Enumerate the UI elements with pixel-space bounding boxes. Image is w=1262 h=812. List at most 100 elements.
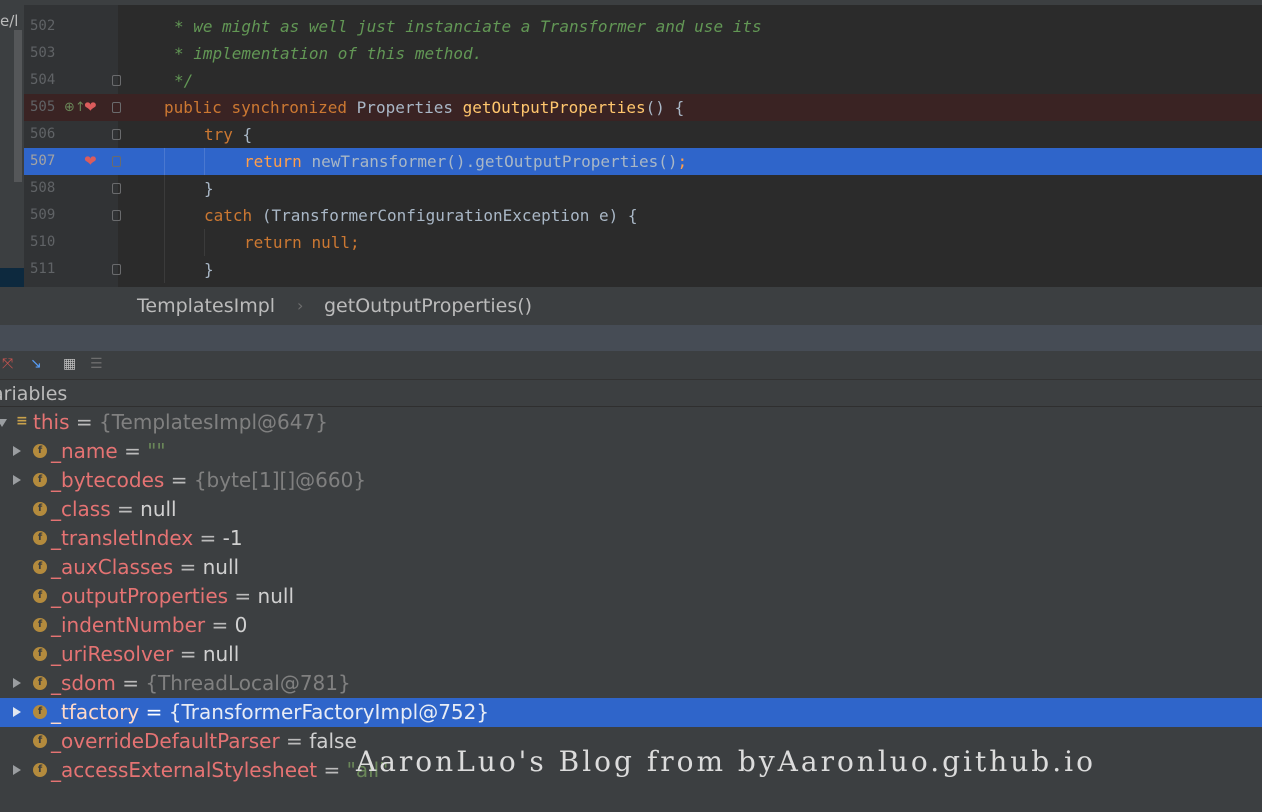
breadcrumb-method[interactable]: getOutputProperties() [324,295,532,317]
variable-text: _tfactory = {TransformerFactoryImpl@752} [51,699,489,726]
code-line-510[interactable]: 510 return null; [24,229,1262,256]
breadcrumb-class[interactable]: TemplatesImpl [137,295,275,317]
code-text: } [204,260,214,279]
comment-text: */ [174,71,194,90]
variable-text: _outputProperties = null [51,583,294,610]
indent-guide [204,229,205,256]
breakpoint-icon[interactable]: ❤ [84,94,97,121]
equals-sign: = [139,700,169,724]
fold-marker-icon[interactable] [112,75,121,86]
keyword-null: null [311,233,350,252]
step-into-icon[interactable]: ↘ [30,356,42,372]
expand-arrow-icon[interactable] [0,419,7,427]
code-line-503[interactable]: 503 * implementation of this method. [24,40,1262,67]
brace: { [242,125,253,144]
method-call: newTransformer().getOutputProperties() [311,152,678,171]
equals-sign: = [173,555,203,579]
code-line-509[interactable]: 509 catch (TransformerConfigurationExcep… [24,202,1262,229]
equals-sign: = [115,671,146,695]
variable-row[interactable]: f _outputProperties = null [0,582,1262,611]
variable-text: _overrideDefaultParser = false [51,728,357,755]
field-icon: f [33,705,47,719]
variable-row[interactable]: f _sdom = {ThreadLocal@781} [0,669,1262,698]
variable-row[interactable]: f _uriResolver = null [0,640,1262,669]
line-number: 502 [30,18,56,34]
editor-breadcrumb: TemplatesImpl › getOutputProperties() [0,287,1262,325]
keyword-public: public [164,98,222,117]
restore-layout-icon[interactable]: ⤧ [2,356,13,372]
equals-sign: = [117,439,148,463]
variable-text: _uriResolver = null [51,641,239,668]
fold-marker-icon[interactable] [112,102,121,113]
line-number: 510 [30,234,56,250]
table-view-icon[interactable]: ▦ [63,356,76,372]
variable-text: this = {TemplatesImpl@647} [33,409,328,436]
keyword-catch: catch [204,206,253,225]
equals-sign: = [110,497,141,521]
variable-value: null [140,497,177,521]
expand-arrow-icon[interactable] [13,678,21,688]
expand-arrow-icon[interactable] [13,765,21,775]
fold-marker-icon[interactable] [112,210,121,221]
override-method-icon[interactable]: ⊕↑ [64,94,86,121]
settings-icon[interactable]: ☰ [90,356,103,372]
code-line-511[interactable]: 511 } [24,256,1262,283]
catch-params: (TransformerConfigurationException e) { [261,206,638,225]
variable-name: _bytecodes [51,468,165,492]
variable-row[interactable]: f _class = null [0,495,1262,524]
variable-value: false [309,729,357,753]
variable-row[interactable]: f _transletIndex = -1 [0,524,1262,553]
variable-row[interactable]: f _name = "" [0,437,1262,466]
variable-row[interactable]: f _bytecodes = {byte[1][]@660} [0,466,1262,495]
project-selection [0,268,24,287]
variable-text: _accessExternalStylesheet = "all" [51,757,388,784]
code-line-505[interactable]: 505 ⊕↑ ❤ public synchronized Properties … [24,94,1262,121]
indent-guide [204,148,205,175]
field-icon: f [33,618,47,632]
variable-text: _sdom = {ThreadLocal@781} [51,670,351,697]
variable-row[interactable]: f _tfactory = {TransformerFactoryImpl@752… [0,698,1262,727]
expand-arrow-icon[interactable] [13,475,21,485]
variable-root-this[interactable]: ≡ this = {TemplatesImpl@647} [0,408,1262,437]
code-text: return null; [244,229,360,256]
equals-sign: = [205,613,235,637]
line-number: 509 [30,207,56,223]
comment-text: * implementation of this method. [174,44,483,63]
line-number: 507 [30,153,56,169]
fold-marker-icon[interactable] [112,129,121,140]
indent-guide [164,175,165,202]
fold-marker-icon[interactable] [112,183,121,194]
expand-arrow-icon[interactable] [13,446,21,456]
variable-name: _transletIndex [51,526,194,550]
variable-name: _uriResolver [51,642,174,666]
variable-text: _auxClasses = null [51,554,239,581]
debug-panel-header[interactable] [0,325,1262,351]
line-number: 504 [30,72,56,88]
equals-sign: = [164,468,194,492]
code-editor[interactable]: 502 * we might as well just instanciate … [0,0,1262,287]
variable-value: null [202,642,240,666]
breakpoint-icon[interactable]: ❤ [84,148,97,175]
fold-marker-icon[interactable] [112,156,121,167]
code-line-502[interactable]: 502 * we might as well just instanciate … [24,13,1262,40]
code-line-508[interactable]: 508 } [24,175,1262,202]
project-path-fragment: e/l [0,12,19,30]
variable-value: null [202,555,240,579]
variables-header: ariables [0,380,1262,407]
variable-row[interactable]: f _indentNumber = 0 [0,611,1262,640]
field-icon: f [33,502,47,516]
fold-marker-icon[interactable] [112,264,121,275]
code-line-507-current[interactable]: 507 ❤ return newTransformer().getOutputP… [24,148,1262,175]
code-text: return newTransformer().getOutputPropert… [244,148,687,175]
comment-text: * we might as well just instanciate a Tr… [174,17,762,36]
equals-sign: = [173,642,203,666]
field-icon: f [33,734,47,748]
expand-arrow-icon[interactable] [13,707,21,717]
equals-sign: = [279,729,310,753]
variable-name: _class [51,497,111,521]
code-line-506[interactable]: 506 try { [24,121,1262,148]
project-panel-edge[interactable]: e/l [0,0,24,287]
code-line-504[interactable]: 504 */ [24,67,1262,94]
project-scrollbar[interactable] [14,30,22,182]
variable-row[interactable]: f _auxClasses = null [0,553,1262,582]
